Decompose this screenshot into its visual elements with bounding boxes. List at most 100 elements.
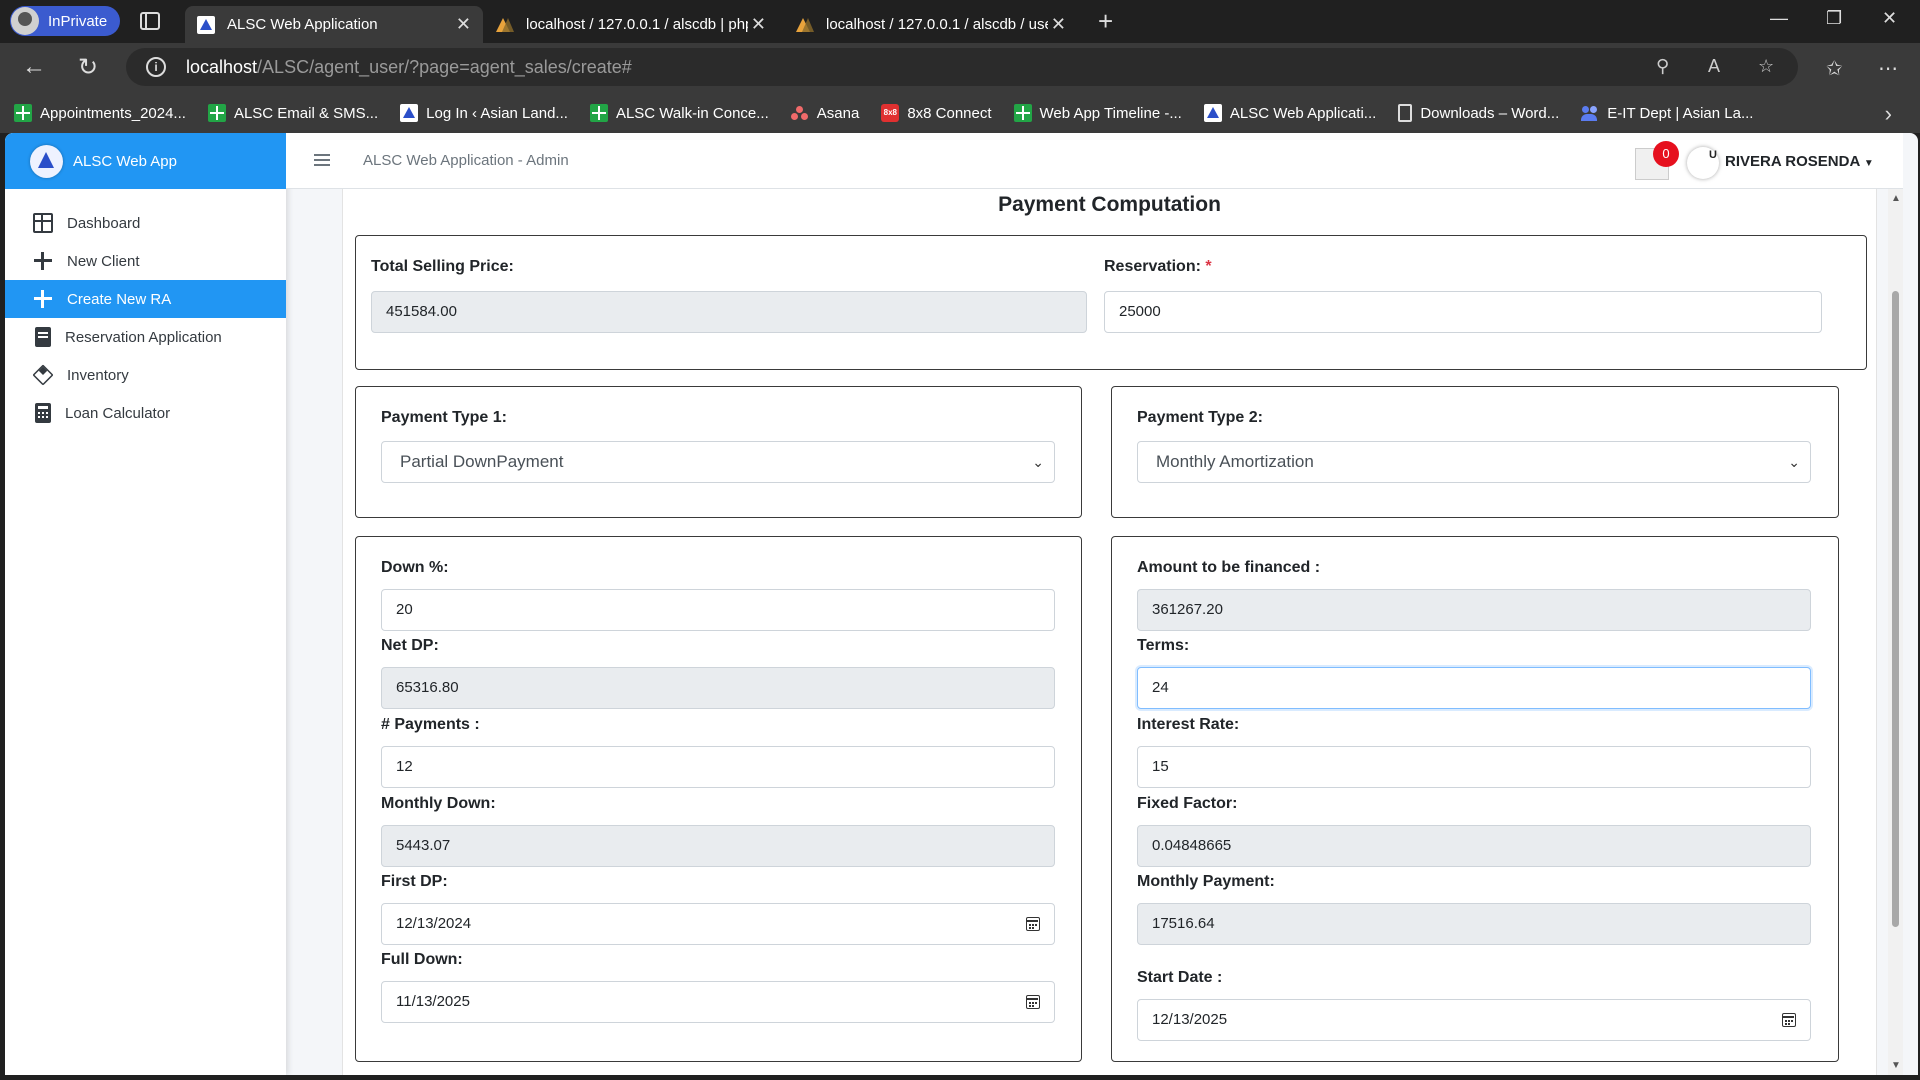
bookmark-appointments[interactable]: Appointments_2024... [14, 104, 186, 122]
phpmyadmin-favicon-icon [796, 16, 814, 34]
chevron-down-icon: ⌄ [1032, 454, 1044, 470]
phpmyadmin-favicon-icon [496, 16, 514, 34]
calendar-icon[interactable] [1026, 995, 1040, 1009]
sidebar-nav: Dashboard New Client Create New RA Reser… [5, 204, 286, 432]
total-selling-price-field[interactable]: 451584.00 [371, 291, 1087, 333]
payment-type-1-select[interactable]: Partial DownPayment ⌄ [381, 441, 1055, 483]
bookmark-asana[interactable]: Asana [791, 104, 859, 122]
bookmark-web-app-timeline[interactable]: Web App Timeline -... [1013, 104, 1182, 122]
payment-card: Payment Computation Total Selling Price:… [342, 189, 1877, 1075]
payment-type-1-label: Payment Type 1: [381, 409, 507, 426]
interest-rate-label: Interest Rate: [1137, 716, 1240, 733]
zoom-icon[interactable]: ⚲ [1656, 56, 1669, 77]
close-tab-icon[interactable]: ✕ [456, 14, 471, 35]
payment-type-1-section: Payment Type 1: Partial DownPayment ⌄ [355, 386, 1082, 518]
8x8-icon: 8x8 [881, 104, 900, 122]
site-info-icon[interactable]: i [146, 57, 166, 77]
sheets-icon [1013, 104, 1032, 122]
maximize-icon[interactable]: ❐ [1826, 8, 1842, 29]
new-tab-icon[interactable]: + [1098, 6, 1113, 37]
brand-name: ALSC Web App [73, 152, 177, 170]
net-dp-field[interactable]: 65316.80 [381, 667, 1055, 709]
close-tab-icon[interactable]: ✕ [751, 14, 766, 35]
calendar-icon[interactable] [1026, 917, 1040, 931]
book-icon [35, 327, 51, 347]
tab-actions-icon[interactable] [140, 12, 160, 30]
tab-phpmyadmin-1[interactable]: localhost / 127.0.0.1 / alscdb | php ✕ [484, 6, 778, 43]
sidebar-item-dashboard[interactable]: Dashboard [5, 204, 286, 242]
sidebar-item-inventory[interactable]: Inventory [5, 356, 286, 394]
page-scrollbar[interactable]: ▲ ▼ [1888, 189, 1903, 1075]
url-input[interactable]: i localhost/ALSC/agent_user/?page=agent_… [126, 48, 1798, 86]
page-title: Payment Computation [998, 193, 1221, 216]
terms-field[interactable]: 24 [1137, 667, 1811, 709]
caret-down-icon: ▼ [1863, 158, 1874, 169]
reservation-label: Reservation: * [1104, 258, 1212, 275]
full-down-date-field[interactable]: 11/13/2025 [381, 981, 1055, 1023]
amount-financed-field[interactable]: 361267.20 [1137, 589, 1811, 631]
first-dp-date-field[interactable]: 12/13/2024 [381, 903, 1055, 945]
scrollbar-thumb[interactable] [1892, 291, 1899, 927]
inprivate-label: InPrivate [48, 12, 108, 30]
bookmarks-bar: Appointments_2024... ALSC Email & SMS...… [0, 93, 1920, 133]
minimize-icon[interactable]: — [1770, 8, 1788, 29]
bookmark-eit-dept[interactable]: E-IT Dept | Asian La... [1581, 104, 1753, 122]
interest-rate-field[interactable]: 15 [1137, 746, 1811, 788]
scroll-down-icon[interactable]: ▼ [1891, 1060, 1901, 1071]
avatar[interactable]: U [1687, 147, 1719, 179]
net-dp-label: Net DP: [381, 637, 439, 654]
start-date-field[interactable]: 12/13/2025 [1137, 999, 1811, 1041]
calendar-icon[interactable] [1782, 1013, 1796, 1027]
down-percent-label: Down %: [381, 559, 449, 576]
scroll-up-icon[interactable]: ▲ [1891, 193, 1901, 204]
plus-icon [33, 289, 53, 309]
monthly-payment-label: Monthly Payment: [1137, 873, 1275, 890]
hamburger-menu-icon[interactable] [314, 154, 330, 156]
chevron-right-icon[interactable]: › [1885, 101, 1892, 127]
favorites-icon[interactable]: ✩ [1826, 56, 1843, 81]
bookmark-alsc-email-sms[interactable]: ALSC Email & SMS... [207, 104, 378, 122]
close-window-icon[interactable]: ✕ [1882, 8, 1897, 29]
browser-tab-bar: InPrivate ALSC Web Application ✕ localho… [0, 0, 1920, 43]
calculator-icon [35, 403, 51, 423]
fixed-factor-field[interactable]: 0.04848665 [1137, 825, 1811, 867]
bookmark-downloads[interactable]: Downloads – Word... [1398, 104, 1559, 122]
back-icon[interactable]: ← [22, 53, 46, 81]
full-down-label: Full Down: [381, 951, 463, 968]
fixed-factor-label: Fixed Factor: [1137, 795, 1238, 812]
user-menu-dropdown[interactable]: RIVERA ROSENDA ▼ [1725, 153, 1874, 170]
bookmark-8x8-connect[interactable]: 8x8 8x8 Connect [881, 104, 992, 122]
inprivate-profile-button[interactable]: InPrivate [10, 6, 120, 36]
sidebar-item-loan-calculator[interactable]: Loan Calculator [5, 394, 286, 432]
refresh-icon[interactable]: ↻ [78, 53, 98, 82]
favorite-star-icon[interactable]: ☆ [1758, 56, 1774, 77]
bookmark-walk-in[interactable]: ALSC Walk-in Conce... [589, 104, 769, 122]
site-title: ALSC Web Application - Admin [363, 152, 569, 169]
sidebar-item-reservation-application[interactable]: Reservation Application [5, 318, 286, 356]
notification-badge: 0 [1653, 141, 1679, 167]
num-payments-field[interactable]: 12 [381, 746, 1055, 788]
main-content: Payment Computation Total Selling Price:… [286, 189, 1903, 1075]
payment-type-2-select[interactable]: Monthly Amortization ⌄ [1137, 441, 1811, 483]
bookmark-log-in[interactable]: Log In ‹ Asian Land... [400, 104, 568, 122]
down-percent-field[interactable]: 20 [381, 589, 1055, 631]
sheets-icon [589, 104, 608, 122]
close-tab-icon[interactable]: ✕ [1051, 14, 1066, 35]
people-icon [1581, 104, 1599, 122]
reservation-field[interactable]: 25000 [1104, 291, 1822, 333]
brand-link[interactable]: ALSC Web App [5, 133, 286, 189]
asana-icon [791, 104, 809, 122]
chevron-down-icon: ⌄ [1788, 454, 1800, 470]
tab-phpmyadmin-2[interactable]: localhost / 127.0.0.1 / alscdb / use ✕ [784, 6, 1078, 43]
bookmark-alsc-web-app[interactable]: ALSC Web Applicati... [1203, 104, 1376, 122]
sidebar-item-create-new-ra[interactable]: Create New RA [5, 280, 286, 318]
tab-title: localhost / 127.0.0.1 / alscdb | php [526, 16, 748, 33]
sidebar-item-new-client[interactable]: New Client [5, 242, 286, 280]
box-icon [32, 364, 54, 386]
read-aloud-icon[interactable]: A [1708, 56, 1720, 77]
monthly-down-label: Monthly Down: [381, 795, 496, 812]
monthly-payment-field[interactable]: 17516.64 [1137, 903, 1811, 945]
more-menu-icon[interactable]: ⋯ [1878, 56, 1898, 81]
monthly-down-field[interactable]: 5443.07 [381, 825, 1055, 867]
tab-alsc-web-application[interactable]: ALSC Web Application ✕ [185, 6, 483, 43]
